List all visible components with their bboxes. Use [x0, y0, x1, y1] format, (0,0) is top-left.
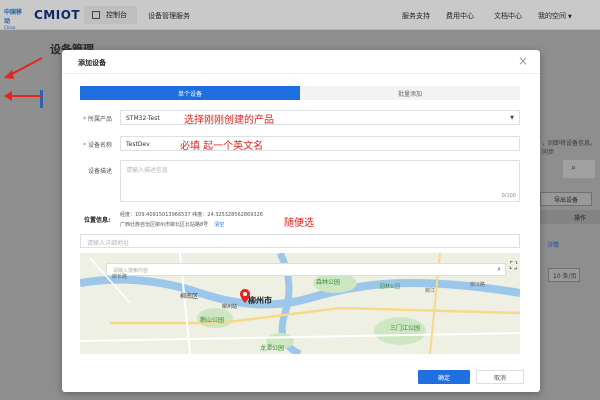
search-icon: ⌕ [571, 163, 577, 173]
tab-batch-add[interactable]: 批量添加 [300, 86, 520, 100]
product-label-text: 所属产品 [87, 116, 112, 123]
bg-hint-text: ，则即将设备信息。同步 [542, 140, 597, 156]
annotation-device-name: 必填 起一个英文名 [180, 141, 264, 152]
location-address-text: 广西壮族自治区柳州市柳北区北站路8号 [120, 222, 209, 228]
map-search-input[interactable]: 请输入搜索内容 ⌕ [106, 263, 506, 276]
description-label: 设备描述 [87, 168, 112, 175]
search-icon[interactable]: ⌕ [497, 265, 501, 274]
page-size-label: 10 条/页 [553, 272, 577, 280]
required-mark: * [82, 142, 86, 149]
location-address: 广西壮族自治区柳州市柳北区北站路8号 清空 [120, 221, 224, 228]
bg-col-operation: 操作 [574, 215, 587, 222]
console-button[interactable]: 控制台 [84, 6, 137, 24]
annotation-product: 选择刚刚创建的产品 [184, 115, 274, 126]
product-value: STM32-Test [126, 115, 160, 122]
map-label-station: 柳州站 [222, 304, 238, 310]
bg-detail-link[interactable]: 详情 [547, 240, 559, 249]
map-label-eshan-park: 鹅山公园 [200, 317, 225, 324]
bg-search-box: ⌕ [563, 160, 595, 178]
add-mode-tabs: 单个设备 批量添加 [80, 86, 520, 100]
device-name-label: * 设备名称 [62, 140, 112, 149]
description-placeholder: 请输入描述信息 [126, 167, 169, 174]
location-coordinates: 经度：109.40915013966537 纬度：24.325328562869… [120, 212, 263, 218]
bg-table-header: 操作 [530, 210, 600, 224]
console-label: 控制台 [106, 11, 127, 19]
map-label-liuzhou: 柳州市 [248, 296, 272, 305]
map-label-road2: 柳江路 [470, 282, 486, 288]
map-label-liunan: 柳南区 [180, 293, 199, 300]
export-devices-button[interactable]: 导出设备 [540, 192, 592, 206]
location-pin-icon[interactable] [240, 289, 250, 303]
fullscreen-icon[interactable]: ⛶ [510, 261, 517, 272]
char-counter: 0/100 [501, 193, 516, 199]
export-label: 导出设备 [553, 196, 578, 204]
clear-location-link[interactable]: 清空 [214, 222, 224, 228]
modal-header: 添加设备 × [62, 50, 540, 74]
map-label-sanmenjiang: 三门江公园 [390, 325, 421, 332]
map-label-liujiang: 柳江 [425, 288, 436, 294]
nav-billing[interactable]: 费用中心 [446, 11, 474, 21]
required-mark: * [82, 116, 86, 123]
tab-single-device[interactable]: 单个设备 [80, 86, 300, 100]
nav-my-space[interactable]: 我的空间 ▼ [538, 11, 572, 21]
nav-docs[interactable]: 文档中心 [494, 11, 522, 21]
location-map[interactable]: 请输入搜索内容 ⌕ ⛶ 柳南区 柳州市 森林公园 鹅山公园 龙潭公园 柳州站 三… [80, 253, 520, 354]
chevron-down-icon: ▼ [568, 14, 572, 20]
cancel-button[interactable]: 取消 [476, 370, 524, 384]
grid-icon [92, 11, 100, 19]
caret-down-icon: ▼ [510, 115, 514, 121]
description-textarea[interactable]: 请输入描述信息 0/100 [120, 160, 520, 202]
brand-logo[interactable]: CMIOT [34, 8, 80, 22]
product-label: * 所属产品 [62, 114, 112, 123]
logo-line1: 中国移动 [4, 9, 23, 25]
map-label-forest-park: 森林公园 [316, 279, 341, 286]
confirm-button[interactable]: 确定 [418, 370, 470, 384]
device-name-value: TestDev [126, 141, 150, 148]
nav-my-space-label: 我的空间 [538, 12, 566, 20]
location-label: 位置信息: [84, 217, 111, 224]
modal-title: 添加设备 [78, 59, 106, 67]
top-bar: 中国移动 China Mobile CMIOT 控制台 设备管理服务 服务支持 … [0, 0, 600, 35]
nav-service-support[interactable]: 服务支持 [402, 11, 430, 21]
page-size-select[interactable]: 10 条/页 [548, 268, 580, 282]
map-label-garden: 园林公园 [380, 284, 401, 290]
map-label-longtan-park: 龙潭公园 [260, 345, 285, 352]
detail-address-input[interactable]: 请输入详细地址 [80, 234, 520, 248]
address-placeholder: 请输入详细地址 [87, 240, 130, 247]
add-device-modal: 添加设备 × 单个设备 批量添加 * 所属产品 STM32-Test ▼ 选择刚刚… [62, 50, 540, 392]
device-name-label-text: 设备名称 [87, 142, 112, 149]
map-label-road: 柳长路 [112, 274, 128, 280]
product-select[interactable]: STM32-Test ▼ [120, 110, 520, 125]
annotation-location: 随便选 [284, 218, 314, 229]
red-arrow-annotation [4, 57, 43, 101]
china-mobile-logo: 中国移动 China Mobile [4, 7, 26, 35]
device-service-link[interactable]: 设备管理服务 [148, 11, 190, 21]
close-icon[interactable]: × [518, 54, 528, 68]
